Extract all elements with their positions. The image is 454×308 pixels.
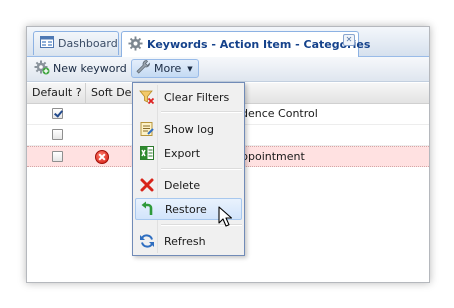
column-header-default[interactable]: Default ? — [27, 83, 86, 103]
new-keyword-label: New keyword — [53, 62, 127, 75]
menu-separator — [161, 168, 242, 170]
caret-down-icon: ▼ — [187, 64, 193, 73]
mouse-cursor-icon — [218, 206, 233, 231]
menu-item-show-log[interactable]: Show log — [135, 118, 242, 140]
menu-item-label: Delete — [164, 178, 201, 192]
default-checkbox[interactable] — [52, 108, 63, 119]
clear-filter-icon — [135, 89, 159, 105]
red-x-icon — [135, 177, 159, 193]
log-icon — [135, 121, 159, 137]
menu-separator — [161, 111, 242, 113]
dashboard-icon — [40, 36, 54, 51]
menu-item-delete[interactable]: Delete — [135, 174, 242, 196]
menu-item-label: Show log — [164, 122, 214, 136]
more-label: More — [154, 62, 182, 75]
menu-item-export[interactable]: Export — [135, 142, 242, 164]
new-keyword-button[interactable]: New keyword — [31, 59, 130, 78]
tab-strip: Dashboard Keywords - Action Item - Categ… — [27, 27, 429, 57]
tab-keywords-label: Keywords - Action Item - Categories — [147, 38, 371, 51]
tab-dashboard[interactable]: Dashboard — [33, 31, 119, 55]
refresh-icon — [135, 233, 159, 249]
default-checkbox[interactable] — [52, 151, 63, 162]
gear-icon — [128, 35, 143, 54]
wrench-icon — [135, 59, 151, 78]
menu-item-clear-filters[interactable]: Clear Filters — [135, 86, 242, 108]
menu-item-label: Refresh — [164, 234, 206, 248]
row-name: ppointment — [241, 150, 305, 163]
menu-item-refresh[interactable]: Refresh — [135, 230, 242, 252]
toolbar: New keyword More ▼ — [27, 57, 429, 82]
gear-add-icon — [34, 59, 50, 78]
menu-item-label: Export — [164, 146, 201, 160]
menu-item-label: Clear Filters — [164, 90, 230, 104]
row-name: dence Control — [241, 107, 318, 120]
more-menu-button[interactable]: More ▼ — [131, 59, 199, 78]
default-checkbox[interactable] — [52, 129, 63, 140]
tab-keywords-categories[interactable]: Keywords - Action Item - Categories ✕ — [121, 31, 370, 57]
excel-icon — [135, 145, 159, 161]
menu-item-label: Restore — [165, 202, 207, 216]
tab-dashboard-label: Dashboard — [58, 37, 118, 50]
soft-deleted-icon — [95, 150, 109, 164]
close-icon[interactable]: ✕ — [343, 34, 355, 46]
restore-arrow-icon — [136, 201, 160, 217]
